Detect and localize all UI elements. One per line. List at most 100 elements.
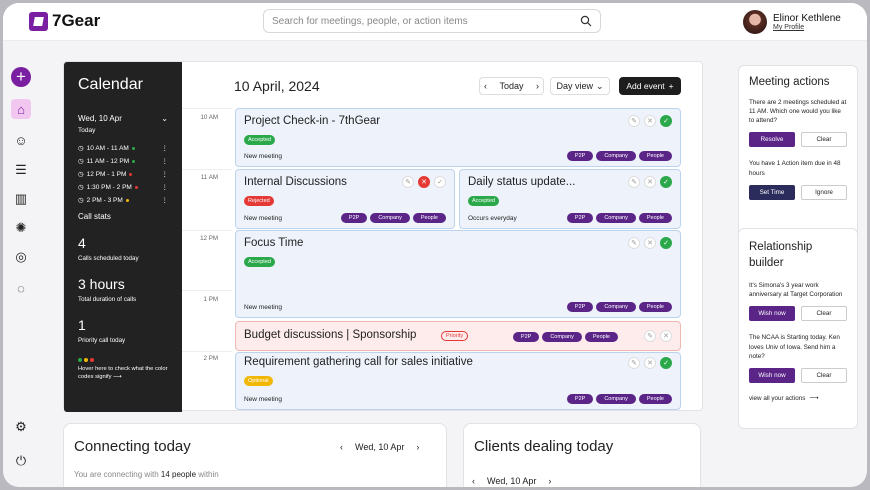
edit-icon[interactable]: ✎ <box>628 176 640 188</box>
tag[interactable]: P2P <box>566 302 594 312</box>
edit-icon[interactable]: ✎ <box>644 330 656 342</box>
search-input[interactable]: Search for meetings, people, or action i… <box>263 9 601 33</box>
add-event-button[interactable]: Add event + <box>619 77 681 95</box>
slot-item[interactable]: ◷ 2 PM - 3 PM ⋮ <box>78 196 169 205</box>
tag[interactable]: P2P <box>566 151 594 161</box>
event-card[interactable]: Project Check-in - 7thGear Accepted New … <box>235 108 681 167</box>
tag[interactable]: P2P <box>566 213 594 223</box>
settings-icon[interactable]: ⚙ <box>11 417 31 437</box>
close-icon[interactable]: ✕ <box>418 176 430 188</box>
close-icon[interactable]: ✕ <box>644 357 656 369</box>
slot-item[interactable]: ◷ 1:30 PM - 2 PM ⋮ <box>78 183 169 192</box>
profile[interactable]: Elinor Kethlene My Profile <box>743 10 841 34</box>
event-title: Daily status update... <box>468 176 576 188</box>
color-hint[interactable]: Hover here to check what the color codes… <box>78 366 168 381</box>
tag[interactable]: Company <box>596 151 636 161</box>
tag[interactable]: People <box>638 394 672 404</box>
tag[interactable]: People <box>638 213 672 223</box>
set-time-button[interactable]: Set Time <box>749 184 795 200</box>
edit-icon[interactable]: ✎ <box>628 357 640 369</box>
view-all-actions-link[interactable]: view all your actions ⟶ <box>749 395 847 402</box>
slot-item[interactable]: ◷ 11 AM - 12 PM ⋮ <box>78 157 169 166</box>
edit-icon[interactable]: ✎ <box>628 237 640 249</box>
ignore-button[interactable]: Ignore <box>801 184 847 200</box>
chat-icon[interactable]: ◌ <box>11 278 31 298</box>
logo[interactable]: 7Gear <box>29 11 100 31</box>
target-icon[interactable]: ◎ <box>11 247 31 267</box>
slot-item[interactable]: ◷ 10 AM - 11 AM ⋮ <box>78 144 169 153</box>
today-nav: ‹ Today › <box>479 77 544 95</box>
avatar[interactable] <box>743 10 767 34</box>
tag[interactable]: P2P <box>512 332 540 342</box>
clear-button[interactable]: Clear <box>801 367 847 383</box>
date-selector[interactable]: Wed, 10 Apr ⌄ <box>78 114 168 123</box>
close-icon[interactable]: ✕ <box>644 115 656 127</box>
more-icon[interactable]: ⋮ <box>162 183 169 191</box>
tag[interactable]: Company <box>542 332 582 342</box>
desc-suffix: within <box>198 470 219 479</box>
home-icon[interactable]: ⌂ <box>11 99 31 119</box>
edit-icon[interactable]: ✎ <box>628 115 640 127</box>
power-icon[interactable]: ⏻ <box>11 451 31 471</box>
slot-item[interactable]: ◷ 12 PM - 1 PM ⋮ <box>78 170 169 179</box>
my-profile-link[interactable]: My Profile <box>773 24 841 31</box>
event-card[interactable]: Focus Time Accepted New meeting ✎ ✕ ✓ P2P C… <box>235 230 681 318</box>
next-date-button[interactable]: › <box>416 442 419 452</box>
stat-caption: Priority call today <box>78 337 126 344</box>
check-icon[interactable]: ✓ <box>660 115 672 127</box>
check-icon[interactable]: ✓ <box>660 237 672 249</box>
next-day-button[interactable]: › <box>536 81 539 91</box>
event-card[interactable]: Daily status update... Accepted Occurs e… <box>459 169 681 229</box>
prev-date-button[interactable]: ‹ <box>472 476 475 486</box>
today-button[interactable]: Today <box>499 81 523 91</box>
event-card[interactable]: Requirement gathering call for sales ini… <box>235 352 681 410</box>
check-icon[interactable]: ✓ <box>660 357 672 369</box>
more-icon[interactable]: ⋮ <box>162 144 169 152</box>
legend-dot <box>78 358 82 362</box>
analytics-icon[interactable]: ▥ <box>11 189 31 209</box>
resolve-button[interactable]: Resolve <box>749 132 795 148</box>
prev-day-button[interactable]: ‹ <box>484 81 487 91</box>
tag[interactable]: People <box>412 213 446 223</box>
close-icon[interactable]: ✕ <box>644 237 656 249</box>
prev-date-button[interactable]: ‹ <box>340 442 343 452</box>
tag[interactable]: P2P <box>340 213 368 223</box>
more-icon[interactable]: ⋮ <box>162 170 169 178</box>
tag[interactable]: People <box>584 332 618 342</box>
check-icon[interactable]: ✓ <box>434 176 446 188</box>
wish-now-button[interactable]: Wish now <box>749 367 795 383</box>
view-select[interactable]: Day view ⌄ <box>550 77 610 95</box>
more-icon[interactable]: ⋮ <box>162 157 169 165</box>
more-icon[interactable]: ⋮ <box>162 196 169 204</box>
clear-button[interactable]: Clear <box>801 306 847 322</box>
color-legend[interactable] <box>78 358 168 362</box>
check-icon[interactable]: ✓ <box>660 176 672 188</box>
add-icon[interactable]: + <box>11 67 31 87</box>
tag[interactable]: People <box>638 302 672 312</box>
next-date-button[interactable]: › <box>548 476 551 486</box>
people-icon[interactable]: ☺ <box>11 130 31 150</box>
search-icon[interactable] <box>580 15 592 27</box>
edit-icon[interactable]: ✎ <box>402 176 414 188</box>
clear-button[interactable]: Clear <box>801 132 847 148</box>
event-actions: ✎ ✕ ✓ <box>628 357 672 369</box>
close-icon[interactable]: ✕ <box>660 330 672 342</box>
tag[interactable]: Company <box>596 302 636 312</box>
wish-now-button[interactable]: Wish now <box>749 306 795 322</box>
tag[interactable]: Company <box>596 213 636 223</box>
tasks-icon[interactable]: ☰ <box>11 160 31 180</box>
event-card[interactable]: Budget discussions | Sponsorship Priorit… <box>235 321 681 351</box>
legend-dot <box>90 358 94 362</box>
hour-label: 12 PM <box>200 235 218 242</box>
tag[interactable]: P2P <box>566 394 594 404</box>
status-badge: Optional <box>244 376 273 386</box>
network-icon[interactable]: ✺ <box>11 218 31 238</box>
calendar-date: 10 April, 2024 <box>234 78 320 94</box>
close-icon[interactable]: ✕ <box>644 176 656 188</box>
tag[interactable]: Company <box>370 213 410 223</box>
tag[interactable]: People <box>638 151 672 161</box>
chevron-down-icon[interactable]: ⌄ <box>161 114 168 123</box>
event-actions: ✎ ✕ ✓ <box>628 176 672 188</box>
event-card[interactable]: Internal Discussions Rejected New meetin… <box>235 169 455 229</box>
tag[interactable]: Company <box>596 394 636 404</box>
